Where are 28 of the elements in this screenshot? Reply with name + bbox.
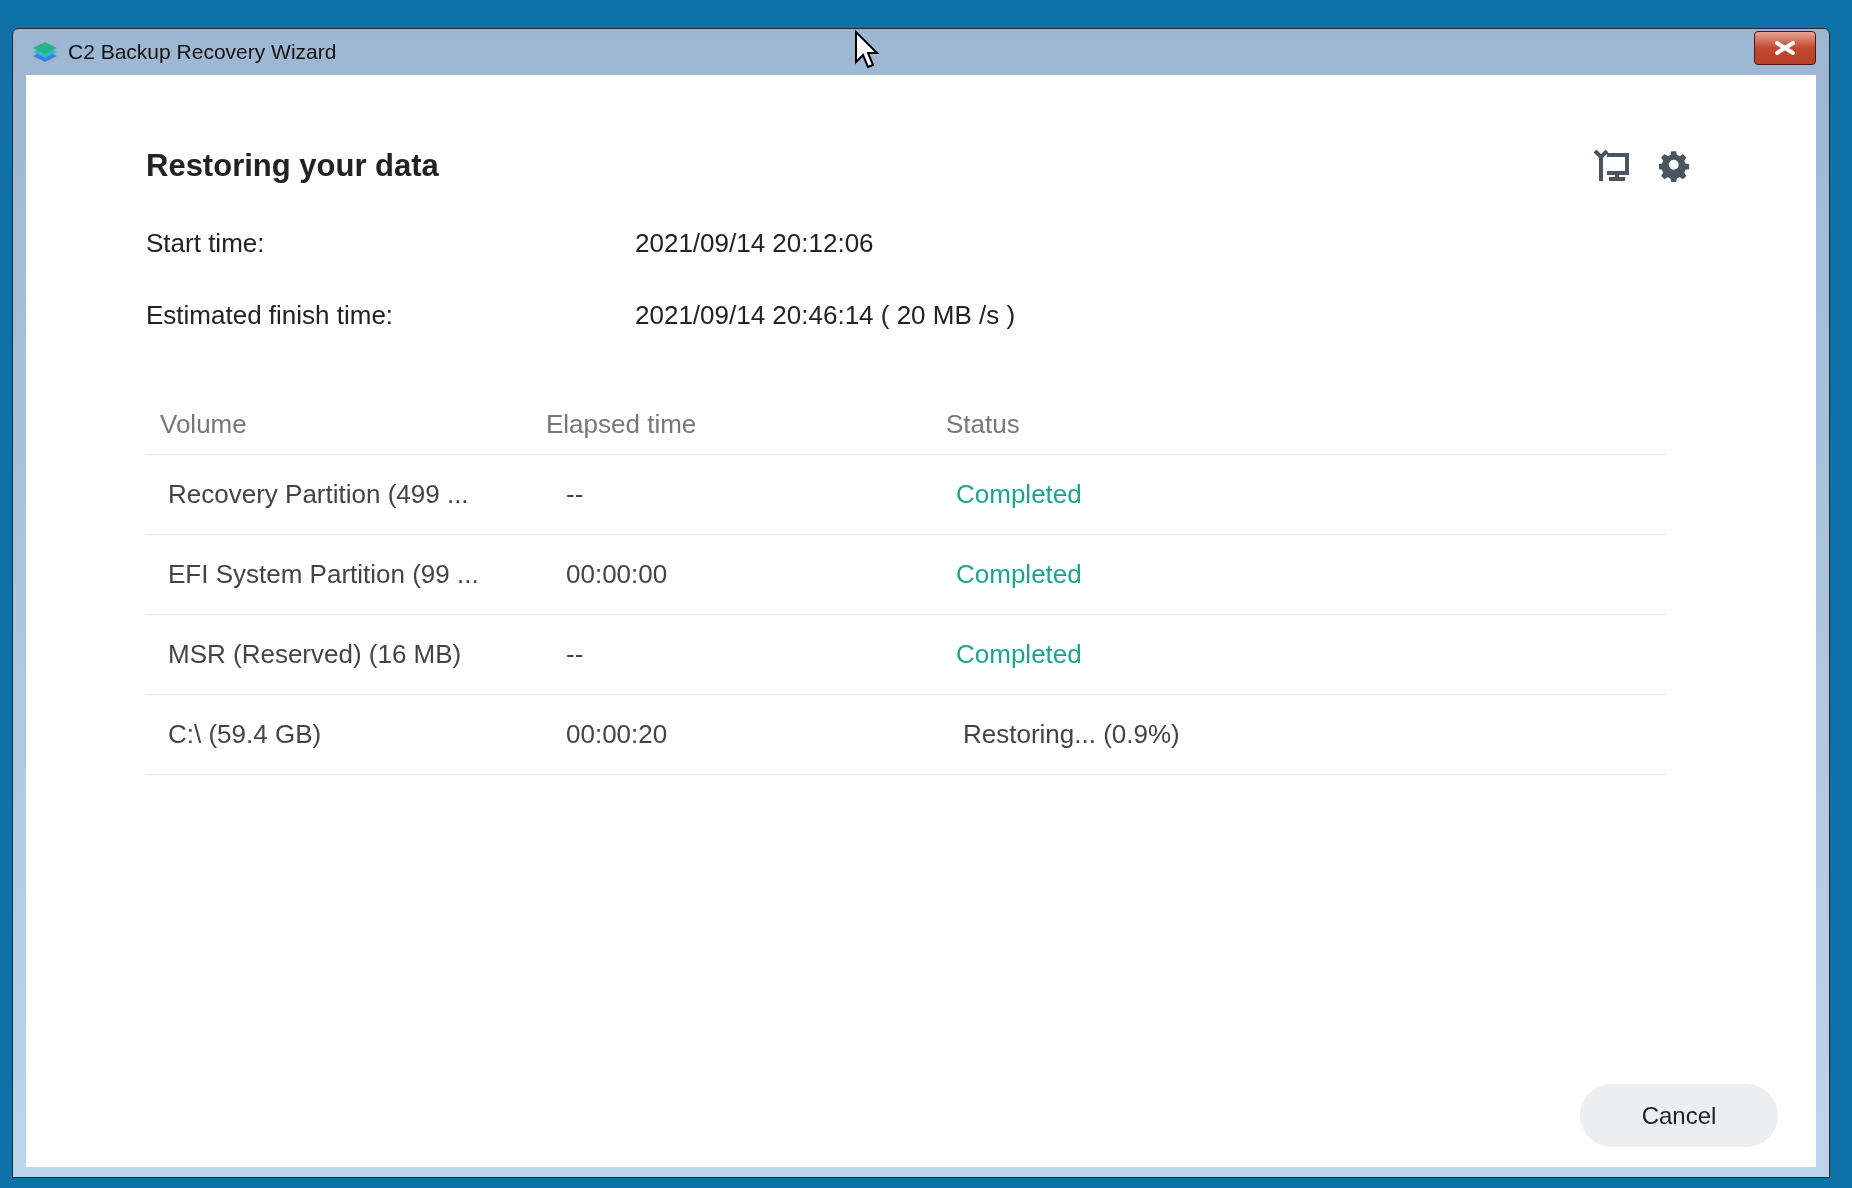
elapsed-cell-text: 00:00:00 xyxy=(566,557,669,591)
cancel-button[interactable]: Cancel xyxy=(1580,1084,1778,1147)
window-title: C2 Backup Recovery Wizard xyxy=(68,39,337,66)
status-cell-text: Completed xyxy=(956,557,1082,591)
settings-icon xyxy=(1659,150,1691,183)
status-cell-text: Completed xyxy=(956,477,1082,511)
elapsed-cell-text: 00:00:20 xyxy=(566,717,669,751)
info-value: 2021/09/14 20:12:06 xyxy=(635,226,874,260)
close-button[interactable] xyxy=(1754,31,1816,65)
close-icon xyxy=(1774,41,1796,55)
page-heading: Restoring your data xyxy=(146,147,439,185)
column-header: Status xyxy=(946,407,1020,441)
info-value: 2021/09/14 20:46:14 ( 20 MB /s ) xyxy=(635,298,1016,332)
elapsed-cell-text: -- xyxy=(566,477,585,511)
volume-cell-text: Recovery Partition (499 ... xyxy=(167,477,470,511)
network-monitor-icon xyxy=(1593,149,1631,184)
volume-cell-text: C:\ (59.4 GB) xyxy=(167,717,323,751)
column-header: Volume xyxy=(159,407,248,441)
volume-cell-text: EFI System Partition (99 ... xyxy=(167,557,480,591)
layers-logo-icon xyxy=(32,40,58,64)
column-header: Elapsed time xyxy=(546,407,698,441)
status-cell-text: Completed xyxy=(956,637,1082,671)
volume-cell-text: MSR (Reserved) (16 MB) xyxy=(167,637,463,671)
status-cell-text: Restoring... (0.9%) xyxy=(962,717,1180,751)
mouse-cursor-icon xyxy=(854,30,880,70)
elapsed-cell-text: -- xyxy=(566,637,585,671)
info-label: Start time: xyxy=(146,226,266,260)
info-label: Estimated finish time: xyxy=(146,298,395,332)
